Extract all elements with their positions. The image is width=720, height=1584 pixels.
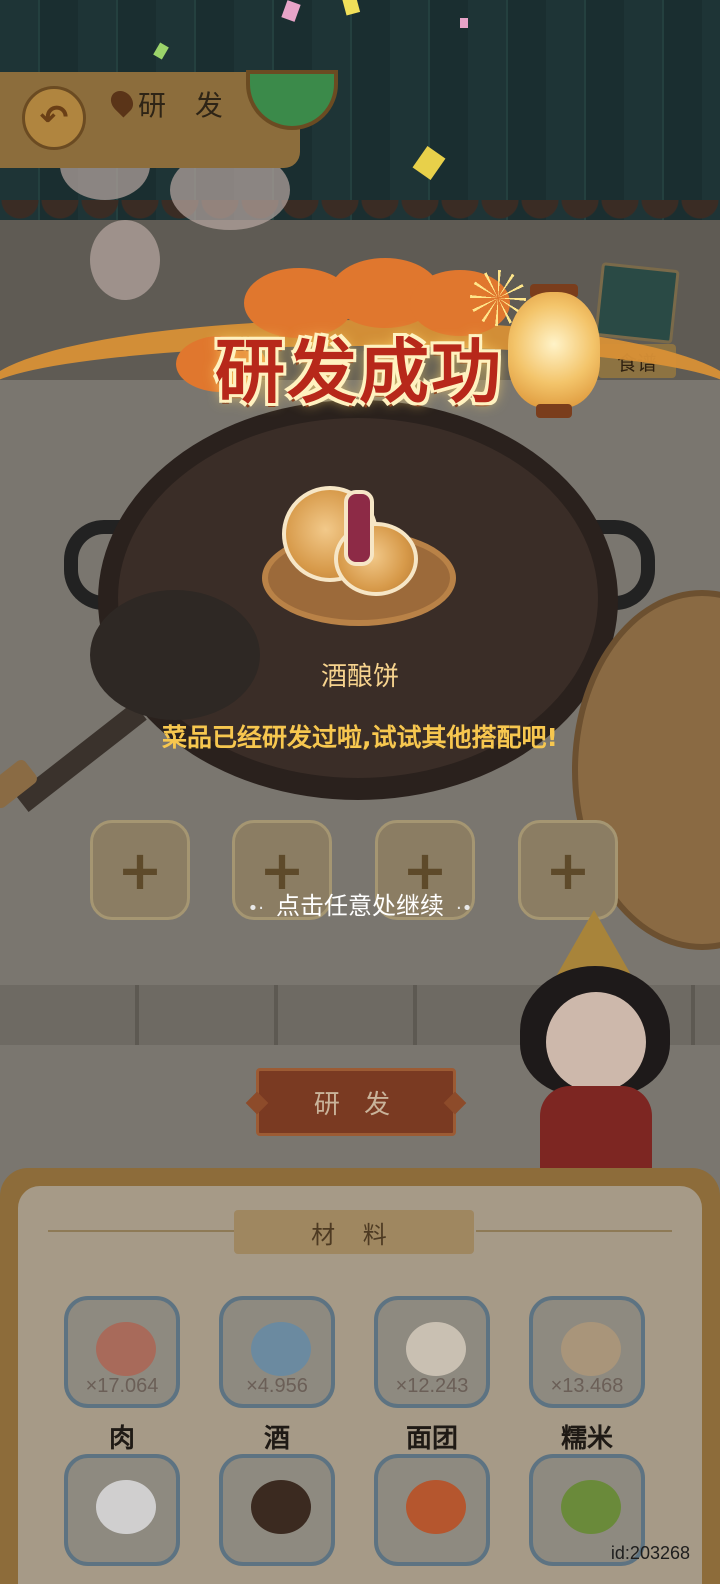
material-item[interactable]: ×4.956 酒 [219, 1296, 335, 1455]
chef-character[interactable] [516, 910, 676, 1170]
material-item[interactable]: ×12.243 面团 [374, 1296, 490, 1455]
dot-ornament-right: ·• [456, 898, 473, 919]
material-item[interactable] [219, 1454, 335, 1566]
material-slot[interactable]: ×12.243 [374, 1296, 490, 1408]
material-slot[interactable] [64, 1454, 180, 1566]
player-id: id:203268 [610, 1543, 690, 1563]
material-name: 面团 [405, 1424, 458, 1454]
page-title: 研 发 [138, 89, 233, 122]
dot-ornament-left: •· [247, 898, 264, 919]
ladle [90, 590, 260, 720]
material-count: ×17.064 [85, 1375, 159, 1397]
material-item[interactable]: ×13.468 糯米 [529, 1296, 645, 1455]
material-slot[interactable] [374, 1454, 490, 1566]
confetti [460, 18, 468, 28]
success-title: 研发成功 [215, 329, 503, 413]
research-button-label: 研 发 [313, 1089, 399, 1120]
recipe-book-icon[interactable] [594, 262, 680, 344]
dish-name: 酒酿饼 [320, 662, 399, 692]
spices-icon [406, 1480, 466, 1534]
material-slot[interactable]: ×13.468 [529, 1296, 645, 1408]
material-name: 肉 [108, 1424, 135, 1454]
materials-title: 材 料 [234, 1210, 474, 1254]
vegetable-basket-icon [561, 1480, 621, 1534]
material-count: ×12.243 [395, 1375, 469, 1397]
continue-hint-text: 点击任意处继续 [276, 892, 444, 920]
research-button[interactable]: 研 发 [256, 1068, 456, 1136]
dish-filling [344, 490, 374, 566]
back-button[interactable]: ↶ [22, 86, 86, 150]
material-item[interactable] [374, 1454, 490, 1566]
soy-sauce-jar-icon [251, 1480, 311, 1534]
material-item[interactable] [64, 1454, 180, 1566]
wine-jar-icon [251, 1322, 311, 1376]
material-slot[interactable] [219, 1454, 335, 1566]
flour-bowl-icon [96, 1480, 156, 1534]
rice-sack-icon [561, 1322, 621, 1376]
material-count: ×13.468 [550, 1375, 624, 1397]
material-item[interactable]: ×17.064 肉 [64, 1296, 180, 1455]
divider [48, 1230, 234, 1232]
continue-hint[interactable]: •· 点击任意处继续 ·• [0, 886, 720, 921]
character-robe [540, 1086, 652, 1170]
back-arrow-icon: ↶ [39, 98, 69, 138]
material-name: 酒 [263, 1424, 290, 1454]
dough-icon [406, 1322, 466, 1376]
dish-message: 菜品已经研发过啦,试试其他搭配吧! [162, 723, 558, 752]
material-slot[interactable]: ×17.064 [64, 1296, 180, 1408]
material-count: ×4.956 [246, 1375, 308, 1397]
character-face [546, 992, 646, 1092]
material-slot[interactable]: ×4.956 [219, 1296, 335, 1408]
meat-icon [96, 1322, 156, 1376]
material-name: 糯米 [560, 1424, 613, 1454]
divider [476, 1230, 672, 1232]
blossom-cluster [90, 220, 160, 300]
lantern-base [536, 404, 572, 418]
game-screen[interactable]: + + + + 研 发 ↶ 研 发 食谱 材 料 ×17.064 肉 ×4.95… [0, 0, 720, 1584]
